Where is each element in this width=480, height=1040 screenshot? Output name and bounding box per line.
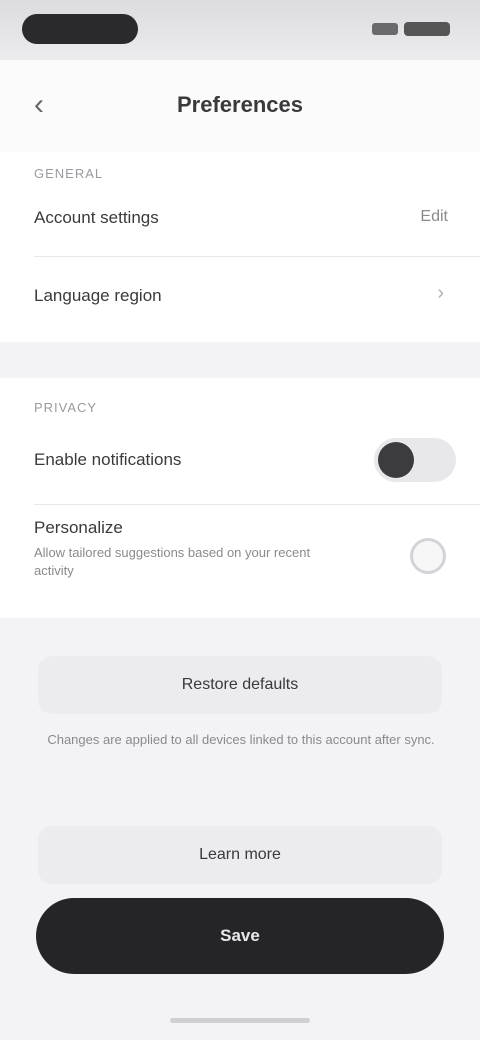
account-settings-label[interactable]: Account settings [34, 208, 159, 228]
section-label-general: GENERAL [34, 166, 104, 181]
learn-more-button[interactable]: Learn more [38, 826, 442, 884]
restore-defaults-button[interactable]: Restore defaults [38, 656, 442, 714]
row-divider [34, 256, 480, 257]
language-region-label[interactable]: Language region [34, 286, 162, 306]
privacy-section: PRIVACY Enable notifications Personalize… [0, 378, 480, 618]
system-icons [372, 22, 450, 36]
personalize-label: Personalize [34, 518, 123, 537]
notifications-toggle[interactable] [374, 438, 456, 482]
notifications-label: Enable notifications [34, 450, 182, 469]
save-button[interactable]: Save [36, 898, 444, 974]
personalize-radio[interactable] [410, 538, 446, 574]
personalize-description: Allow tailored suggestions based on your… [34, 545, 311, 578]
general-section: GENERAL Account settings Edit Language r… [0, 152, 480, 342]
row-divider [34, 504, 480, 505]
signal-icon [372, 23, 398, 35]
page-title: Preferences [177, 92, 303, 117]
sync-note: Changes are applied to all devices linke… [47, 732, 435, 747]
battery-icon [404, 22, 450, 36]
section-label-privacy: PRIVACY [34, 400, 98, 415]
dynamic-island [22, 14, 138, 44]
account-settings-value[interactable]: Edit [420, 208, 448, 226]
status-bar [0, 0, 480, 60]
home-indicator [170, 1018, 310, 1023]
chevron-right-icon[interactable]: › [437, 282, 444, 305]
navigation-bar: ‹ Preferences [0, 60, 480, 152]
toggle-knob [378, 442, 414, 478]
